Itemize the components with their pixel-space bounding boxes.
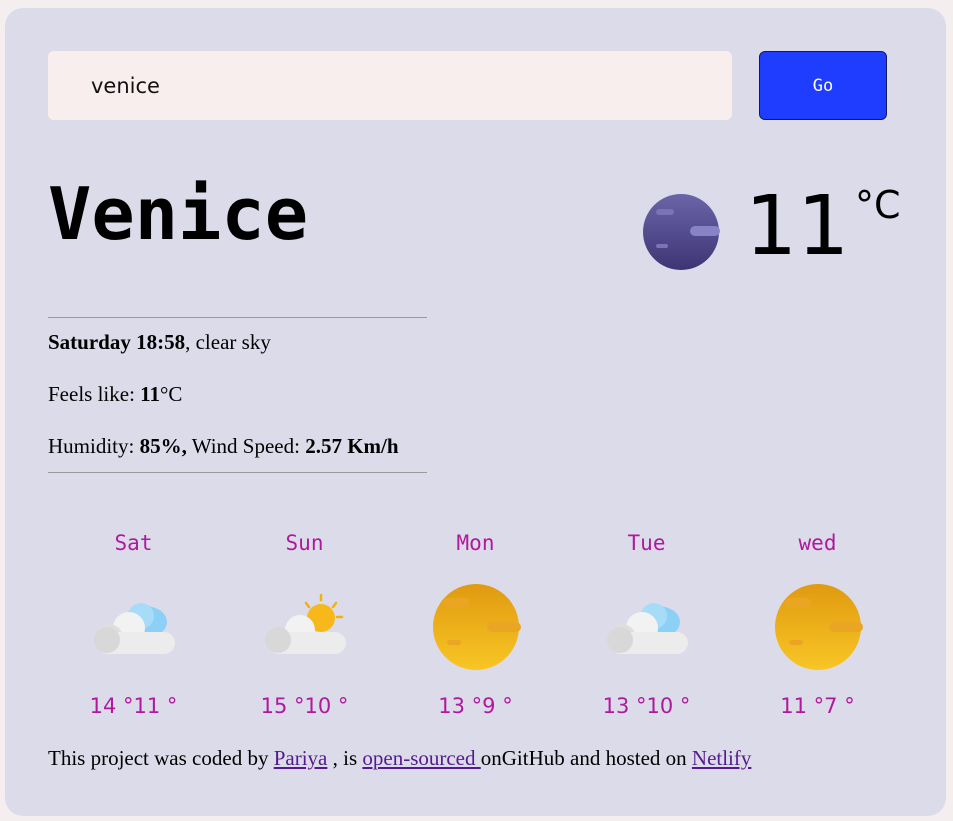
search-input[interactable] xyxy=(48,51,732,120)
divider-top xyxy=(48,317,427,318)
date-description: Saturday 18:58, clear sky xyxy=(48,330,271,355)
forecast-day: Mon 13 °9 ° xyxy=(390,524,561,718)
forecast-temps: 14 °11 ° xyxy=(89,694,178,718)
source-link[interactable]: open-sourced xyxy=(362,746,480,770)
city-name: Venice xyxy=(48,172,309,256)
cloud-icon xyxy=(93,603,175,654)
humidity-label: Humidity: xyxy=(48,434,140,458)
forecast-day-name: Sun xyxy=(285,531,324,555)
day-time: Saturday 18:58 xyxy=(48,330,186,354)
forecast-temps: 11 °7 ° xyxy=(780,694,855,718)
forecast-temps: 15 °10 ° xyxy=(260,694,349,718)
host-link[interactable]: Netlify xyxy=(692,746,751,770)
sun-icon xyxy=(774,584,863,670)
forecast: Sat 14 °11 ° Sun 15 °10 ° Mon 13 °9 ° Tu… xyxy=(48,524,903,718)
wind-label: Wind Speed: xyxy=(186,434,306,458)
feels-like: Feels like: 11°C xyxy=(48,382,182,407)
feels-like-unit: °C xyxy=(160,382,183,406)
night-clear-icon xyxy=(643,194,720,270)
footer-text: , is xyxy=(327,746,363,770)
forecast-day-name: Mon xyxy=(456,531,495,555)
weather-description: , clear sky xyxy=(185,330,271,354)
footer-text: This project was coded by xyxy=(48,746,274,770)
feels-like-label: Feels like: xyxy=(48,382,141,406)
divider-bottom xyxy=(48,472,427,473)
current-temperature: 11 xyxy=(745,179,850,274)
forecast-day: Sun 15 °10 ° xyxy=(219,524,390,718)
go-button[interactable]: Go xyxy=(759,51,887,120)
humidity-value: 85%, xyxy=(139,434,187,458)
forecast-temps: 13 °10 ° xyxy=(602,694,691,718)
forecast-day: Tue 13 °10 ° xyxy=(561,524,732,718)
partly-sunny-icon xyxy=(264,593,346,654)
temperature-unit: °C xyxy=(855,183,901,227)
author-link[interactable]: Pariya xyxy=(274,746,328,770)
humidity-wind: Humidity: 85%, Wind Speed: 2.57 Km/h xyxy=(48,434,399,459)
wind-value: 2.57 Km/h xyxy=(305,434,399,458)
forecast-day-name: Tue xyxy=(627,531,666,555)
forecast-day: wed 11 °7 ° xyxy=(732,524,903,718)
cloud-icon xyxy=(606,603,688,654)
forecast-day-name: wed xyxy=(798,531,837,555)
sun-icon xyxy=(432,584,521,670)
forecast-day-name: Sat xyxy=(114,531,153,555)
feels-like-value: 11 xyxy=(140,382,160,406)
forecast-temps: 13 °9 ° xyxy=(438,694,513,718)
footer-text: onGitHub and hosted on xyxy=(480,746,692,770)
forecast-day: Sat 14 °11 ° xyxy=(48,524,219,718)
footer: This project was coded by Pariya , is op… xyxy=(48,746,751,771)
